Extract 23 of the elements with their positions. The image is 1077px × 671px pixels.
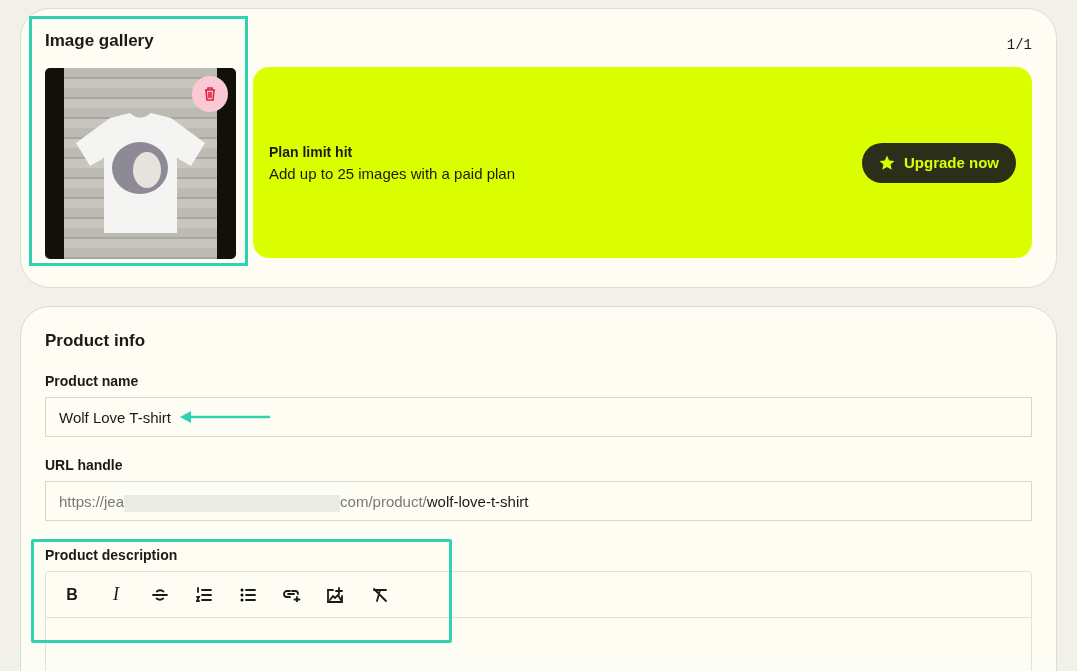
bullet-list-icon <box>240 587 256 602</box>
url-handle-field[interactable]: https://jea com/product/wolf-love-t-shirt <box>45 481 1032 521</box>
star-icon <box>879 154 895 171</box>
delete-button[interactable] <box>192 76 228 112</box>
image-count: 1/1 <box>1006 37 1032 53</box>
bold-button[interactable]: B <box>50 577 94 612</box>
description-editor[interactable]: B I <box>45 571 1032 671</box>
link-icon <box>283 587 301 602</box>
upgrade-button[interactable]: Upgrade now <box>862 142 1016 183</box>
banner-text: Add up to 25 images with a paid plan <box>269 164 515 182</box>
numbered-list-icon <box>196 586 212 603</box>
section-title: Product info <box>45 331 147 351</box>
clear-format-icon <box>372 586 388 603</box>
image-icon <box>327 586 345 603</box>
italic-button[interactable]: I <box>94 577 138 612</box>
field-label: URL handle <box>45 457 124 473</box>
trash-icon <box>204 87 216 101</box>
field-label: Product description <box>45 547 179 563</box>
banner-title: Plan limit hit <box>269 143 354 160</box>
product-name-field[interactable]: Wolf Love T-shirt <box>45 397 1032 437</box>
strikethrough-icon <box>152 586 168 603</box>
field-label: Product name <box>45 373 140 389</box>
section-title: Image gallery <box>45 31 155 51</box>
